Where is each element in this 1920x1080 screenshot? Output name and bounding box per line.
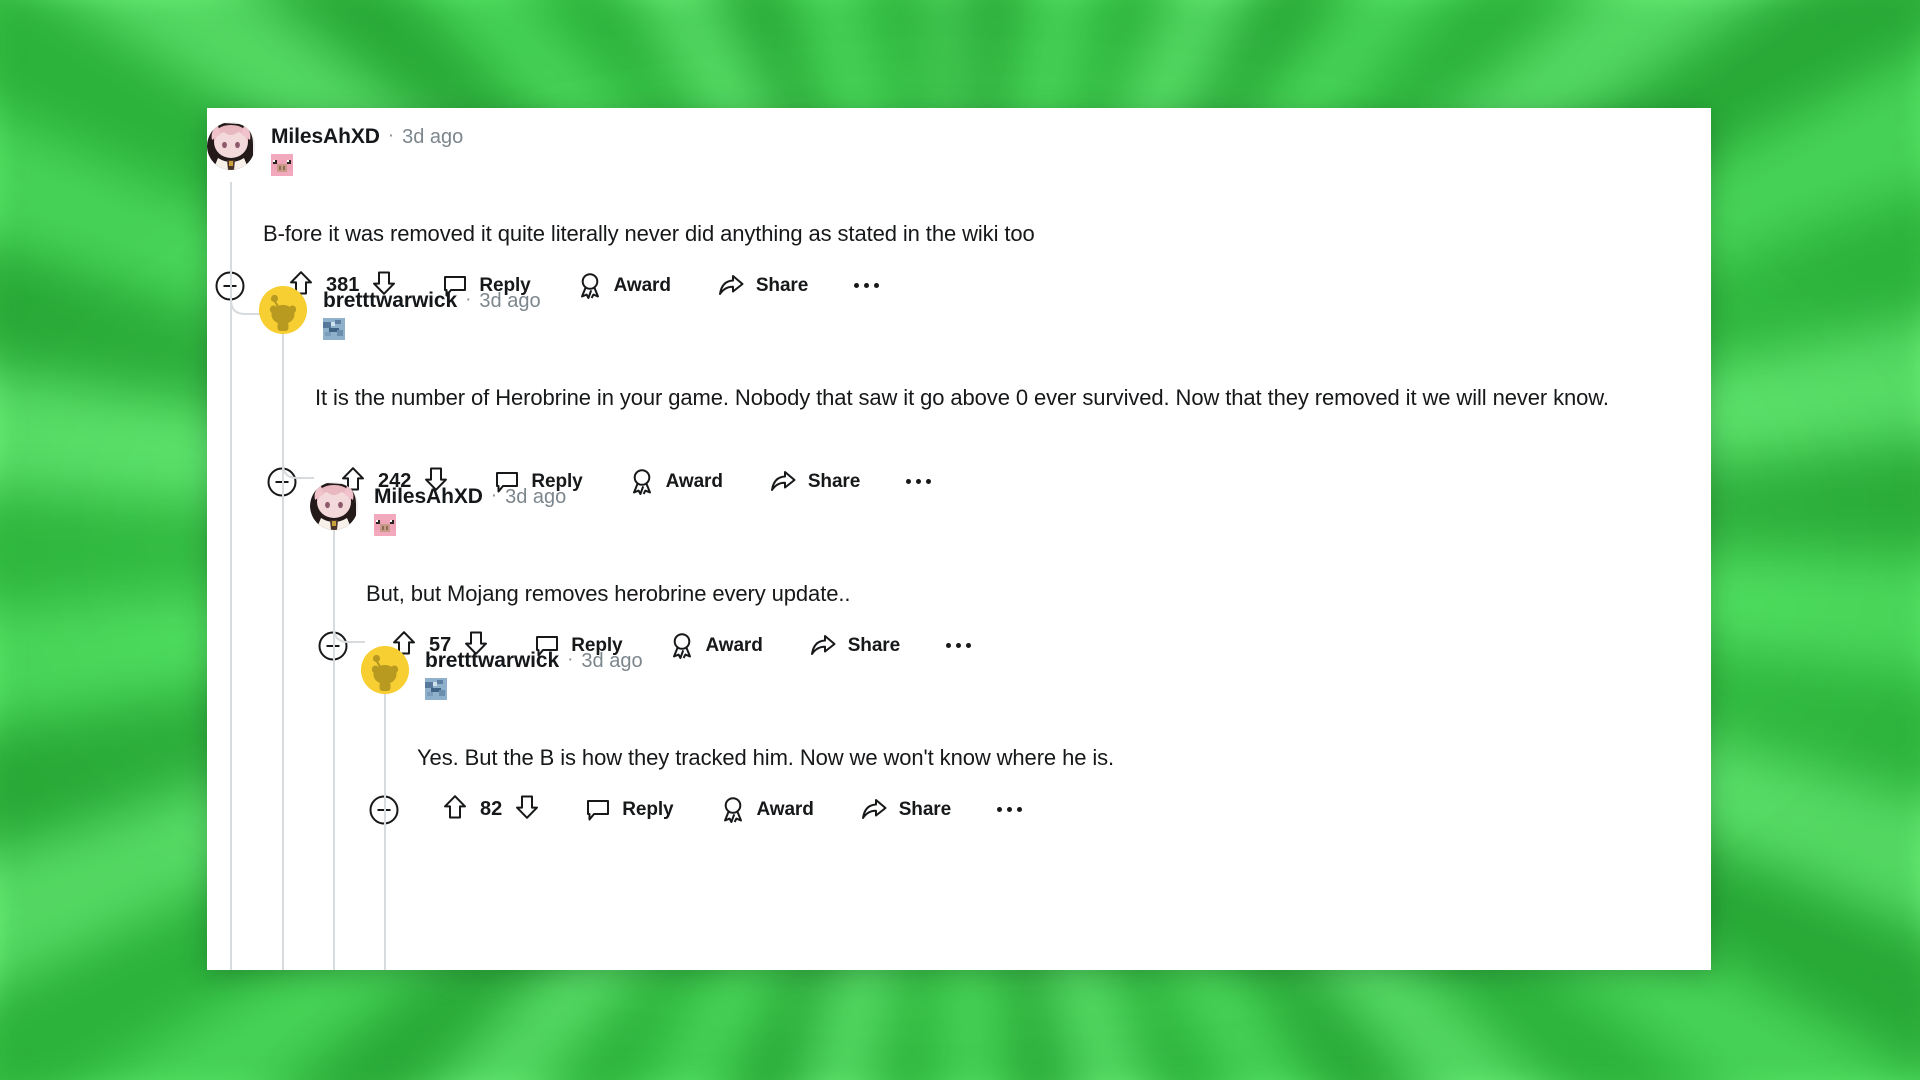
downvote-arrow-icon [516,795,539,819]
award-button[interactable]: Award [577,272,671,300]
meta-separator: · [387,125,395,146]
more-options-icon [997,807,1003,812]
more-options-button[interactable] [997,807,1023,812]
comment-author[interactable]: MilesAhXD [374,486,483,507]
comment-0-body: B-fore it was removed it quite literally… [263,221,1035,246]
comment-2-header: MilesAhXD · 3d ago [310,482,566,536]
comment-author[interactable]: MilesAhXD [271,126,380,147]
thread-line-depth-3[interactable] [384,662,386,970]
comment-bubble-icon [587,799,610,820]
share-button[interactable]: Share [809,633,900,659]
thread-line-depth-1[interactable] [282,334,284,970]
share-arrow-icon [810,634,836,655]
reply-button[interactable]: Reply [585,797,674,823]
comment-age: 3d ago [479,289,541,312]
reddit-snoo-avatar-icon [361,646,409,694]
comment-0-meta: MilesAhXD · 3d ago [271,122,463,176]
reddit-snoo-avatar-icon [259,286,307,334]
share-arrow-icon [861,798,887,819]
comment-2-meta: MilesAhXD · 3d ago [374,482,566,536]
award-button[interactable]: Award [669,632,763,660]
comment-age: 3d ago [505,485,567,508]
share-button[interactable]: Share [769,469,860,495]
share-label: Share [807,470,861,492]
award-label: Award [665,470,723,492]
comment-1-body: It is the number of Herobrine in your ga… [315,385,1609,410]
meta-separator: · [465,289,472,310]
reply-label: Reply [622,798,674,820]
comment-1-meta: bretttwarwick · 3d ago [323,286,541,340]
comment-age: 3d ago [402,125,464,148]
award-button[interactable]: Award [720,796,814,824]
upvote-arrow-icon [444,795,466,819]
share-button[interactable]: Share [717,273,808,299]
award-button[interactable]: Award [629,468,723,496]
comment-3-header: bretttwarwick · 3d ago [361,646,643,700]
comment-3-meta: bretttwarwick · 3d ago [425,646,643,700]
comment-2-body: But, but Mojang removes herobrine every … [366,581,851,606]
upvote-button[interactable] [443,794,467,825]
comment-0-header: MilesAhXD · 3d ago [207,122,463,176]
award-ribbon-icon [672,632,691,659]
award-label: Award [613,274,671,296]
more-options-icon [906,479,912,484]
downvote-button[interactable] [515,794,539,825]
more-options-button[interactable] [906,479,932,484]
vote-group: 82 [443,794,539,825]
award-ribbon-icon [632,468,651,495]
vote-count: 82 [480,798,503,820]
more-options-button[interactable] [854,283,880,288]
avatar[interactable] [259,286,307,334]
award-label: Award [705,634,763,656]
avatar[interactable] [207,122,255,170]
thread-curve-0 [230,274,262,316]
share-arrow-icon [770,470,796,491]
meta-separator: · [567,649,574,670]
minecraft-pig-flair-icon[interactable] [271,154,293,176]
meta-separator: · [490,485,498,506]
award-label: Award [756,798,814,820]
comment-author[interactable]: bretttwarwick [425,650,559,671]
comment-author[interactable]: bretttwarwick [323,290,457,311]
more-options-icon [854,283,860,288]
comment-thread-card: MilesAhXD · 3d ago B-fore it was removed… [207,108,1711,970]
avatar[interactable] [310,482,358,530]
share-label: Share [847,634,901,656]
avatar[interactable] [361,646,409,694]
minecraft-block-flair-icon[interactable] [323,318,345,340]
anime-girl-avatar-icon [207,122,255,170]
comment-3-body: Yes. But the B is how they tracked him. … [417,745,1115,770]
thread-curve-1 [282,438,314,480]
award-ribbon-icon [580,272,599,299]
minecraft-block-flair-icon[interactable] [425,678,447,700]
thread-curve-2 [333,602,365,644]
share-button[interactable]: Share [860,797,951,823]
minecraft-pig-flair-icon[interactable] [374,514,396,536]
anime-girl-avatar-icon [310,482,358,530]
share-label: Share [755,274,809,296]
more-options-button[interactable] [946,643,972,648]
comment-age: 3d ago [581,649,643,672]
thread-line-depth-2[interactable] [333,498,335,970]
award-ribbon-icon [723,796,742,823]
share-label: Share [898,798,952,820]
more-options-icon [946,643,952,648]
comment-1-header: bretttwarwick · 3d ago [259,286,541,340]
share-arrow-icon [718,274,744,295]
comment-3-actions: 82 Reply Award Share [369,794,1023,825]
